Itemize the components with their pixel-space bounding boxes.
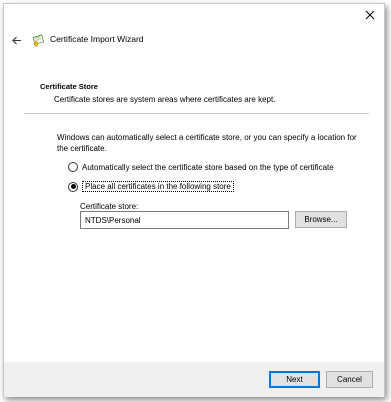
radio-auto-button[interactable] bbox=[68, 162, 78, 172]
intro-text: Windows can automatically select a certi… bbox=[57, 133, 357, 153]
next-button[interactable]: Next bbox=[269, 371, 320, 388]
close-icon bbox=[365, 10, 375, 20]
section-header: Certificate Store Certificate stores are… bbox=[24, 76, 369, 114]
cancel-button[interactable]: Cancel bbox=[326, 371, 373, 388]
certificate-icon bbox=[32, 34, 45, 47]
back-button[interactable] bbox=[10, 33, 24, 47]
close-button[interactable] bbox=[363, 8, 377, 22]
radio-manual-button[interactable] bbox=[68, 181, 78, 192]
radio-auto-select[interactable]: Automatically select the certificate sto… bbox=[68, 162, 334, 172]
radio-place-in-store[interactable]: Place all certificates in the following … bbox=[68, 181, 234, 192]
section-description: Certificate stores are system areas wher… bbox=[54, 95, 276, 104]
radio-auto-label[interactable]: Automatically select the certificate sto… bbox=[82, 163, 334, 172]
certificate-import-wizard-window: Certificate Import Wizard Certificate St… bbox=[3, 3, 385, 397]
section-title: Certificate Store bbox=[40, 82, 98, 91]
certificate-store-field[interactable] bbox=[80, 211, 289, 229]
radio-manual-label[interactable]: Place all certificates in the following … bbox=[82, 181, 234, 192]
certificate-store-label: Certificate store: bbox=[80, 202, 139, 211]
browse-button[interactable]: Browse... bbox=[295, 211, 347, 228]
arrow-left-icon bbox=[12, 36, 21, 44]
wizard-title: Certificate Import Wizard bbox=[50, 34, 144, 44]
